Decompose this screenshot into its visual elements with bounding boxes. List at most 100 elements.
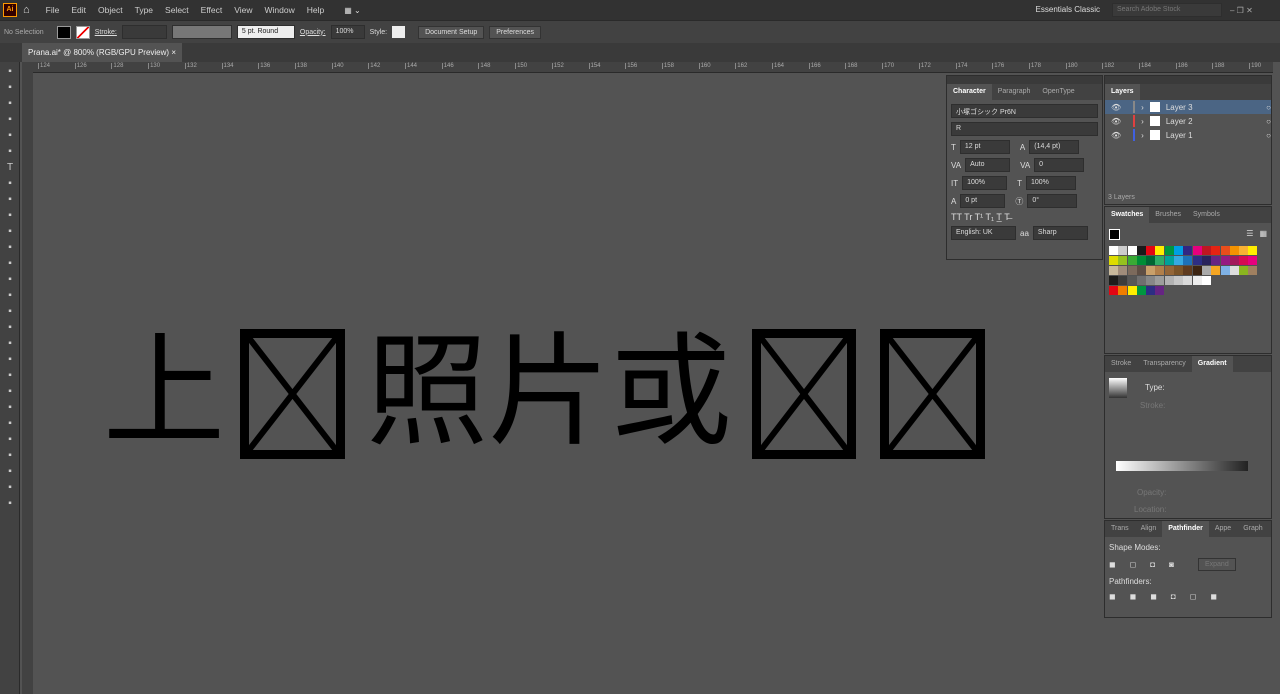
color-swatch[interactable] — [1109, 266, 1118, 275]
color-swatch[interactable] — [1136, 246, 1146, 255]
color-swatch[interactable] — [1127, 276, 1137, 285]
layer-row[interactable]: 👁 › Layer 1 ○ — [1105, 128, 1271, 142]
unite-icon[interactable]: ◼ — [1109, 560, 1116, 569]
baseline-shift-input[interactable]: 0 pt — [960, 194, 1006, 208]
symbol-sprayer-tool-icon[interactable]: ▪ — [3, 418, 17, 430]
font-style-select[interactable]: R — [951, 122, 1098, 136]
preferences-button[interactable]: Preferences — [489, 25, 541, 39]
target-circle-icon[interactable]: ○ — [1266, 117, 1271, 126]
visibility-eye-icon[interactable]: 👁 — [1111, 103, 1121, 112]
tab-opentype[interactable]: OpenType — [1036, 84, 1080, 100]
color-swatch[interactable] — [1211, 246, 1221, 255]
color-swatch[interactable] — [1174, 266, 1184, 275]
pen-tool-icon[interactable]: ▪ — [3, 130, 17, 142]
color-swatch[interactable] — [1127, 286, 1137, 295]
visibility-eye-icon[interactable]: 👁 — [1111, 117, 1121, 126]
graphic-style-swatch[interactable] — [392, 26, 406, 38]
target-circle-icon[interactable]: ○ — [1266, 131, 1271, 140]
target-circle-icon[interactable]: ○ — [1266, 103, 1271, 112]
color-swatch[interactable] — [1155, 256, 1165, 265]
color-swatch[interactable] — [1118, 286, 1128, 295]
document-tab[interactable]: Prana.ai* @ 800% (RGB/GPU Preview) × — [22, 43, 182, 62]
color-swatch[interactable] — [1239, 256, 1249, 265]
color-swatch[interactable] — [1229, 246, 1239, 255]
gradient-tool-icon[interactable]: ▪ — [3, 370, 17, 382]
color-swatch[interactable] — [1155, 246, 1165, 255]
menu-type[interactable]: Type — [135, 5, 153, 15]
color-swatch[interactable] — [1136, 286, 1146, 295]
color-swatch[interactable] — [1201, 256, 1211, 265]
grid-view-icon[interactable]: ▦ — [1259, 229, 1267, 240]
divide-icon[interactable]: ◼ — [1109, 592, 1116, 601]
selection-tool-icon[interactable]: ▪ — [3, 66, 17, 78]
expand-button[interactable]: Expand — [1197, 558, 1236, 571]
document-setup-button[interactable]: Document Setup — [418, 25, 485, 39]
color-swatch[interactable] — [1109, 246, 1118, 255]
color-swatch[interactable] — [1201, 276, 1211, 285]
menu-file[interactable]: File — [46, 5, 60, 15]
color-swatch[interactable] — [1136, 266, 1146, 275]
stock-search-input[interactable]: Search Adobe Stock — [1112, 3, 1222, 17]
color-swatch[interactable] — [1220, 266, 1230, 275]
line-tool-icon[interactable]: ▪ — [3, 178, 17, 190]
color-swatch[interactable] — [1127, 246, 1137, 255]
color-swatch[interactable] — [1146, 286, 1156, 295]
blend-tool-icon[interactable]: ▪ — [3, 402, 17, 414]
color-swatch[interactable] — [1211, 256, 1221, 265]
outline-icon[interactable]: ◻ — [1190, 592, 1197, 601]
layer-row[interactable]: 👁 › Layer 2 ○ — [1105, 114, 1271, 128]
color-swatch[interactable] — [1229, 266, 1239, 275]
color-swatch[interactable] — [1146, 266, 1156, 275]
width-tool-icon[interactable]: ▪ — [3, 290, 17, 302]
font-size-input[interactable]: 12 pt — [959, 140, 1010, 154]
stroke-swatch[interactable] — [75, 25, 90, 39]
magic-wand-tool-icon[interactable]: ▪ — [3, 98, 17, 110]
language-select[interactable]: English: UK — [951, 226, 1016, 240]
curvature-tool-icon[interactable]: ▪ — [3, 146, 17, 158]
tab-align[interactable]: Align — [1135, 521, 1163, 537]
color-swatch[interactable] — [1164, 266, 1174, 275]
menu-select[interactable]: Select — [165, 5, 189, 15]
perspective-tool-icon[interactable]: ▪ — [3, 338, 17, 350]
paintbrush-tool-icon[interactable]: ▪ — [3, 210, 17, 222]
fill-swatch[interactable] — [1109, 229, 1120, 240]
rotate-tool-icon[interactable]: ▪ — [3, 258, 17, 270]
color-swatch[interactable] — [1164, 276, 1174, 285]
color-swatch[interactable] — [1146, 256, 1156, 265]
list-view-icon[interactable]: ☰ — [1246, 229, 1253, 240]
tab-paragraph[interactable]: Paragraph — [992, 84, 1037, 100]
color-swatch[interactable] — [1136, 276, 1146, 285]
menu-window[interactable]: Window — [265, 5, 295, 15]
menu-help[interactable]: Help — [307, 5, 324, 15]
mesh-tool-icon[interactable]: ▪ — [3, 354, 17, 366]
free-transform-tool-icon[interactable]: ▪ — [3, 306, 17, 318]
minus-front-icon[interactable]: ◻ — [1130, 560, 1137, 569]
crop-icon[interactable]: ◘ — [1171, 592, 1176, 601]
eyedropper-tool-icon[interactable]: ▪ — [3, 386, 17, 398]
color-swatch[interactable] — [1229, 256, 1239, 265]
direct-selection-tool-icon[interactable]: ▪ — [3, 82, 17, 94]
color-swatch[interactable] — [1155, 286, 1165, 295]
horizontal-scale-input[interactable]: 100% — [1026, 176, 1076, 190]
color-swatch[interactable] — [1183, 266, 1193, 275]
trim-icon[interactable]: ◼ — [1130, 592, 1137, 601]
tab-pathfinder[interactable]: Pathfinder — [1162, 521, 1209, 537]
color-swatch[interactable] — [1155, 276, 1165, 285]
color-swatch[interactable] — [1248, 266, 1258, 275]
leading-input[interactable]: (14,4 pt) — [1029, 140, 1080, 154]
rectangle-tool-icon[interactable]: ▪ — [3, 194, 17, 206]
visibility-eye-icon[interactable]: 👁 — [1111, 131, 1121, 140]
color-swatch[interactable] — [1146, 246, 1156, 255]
color-swatch[interactable] — [1136, 256, 1146, 265]
tab-layers[interactable]: Layers — [1105, 84, 1140, 100]
color-swatch[interactable] — [1109, 276, 1118, 285]
tab-symbols[interactable]: Symbols — [1187, 207, 1226, 223]
artboard-tool-icon[interactable]: ▪ — [3, 450, 17, 462]
color-swatch[interactable] — [1239, 246, 1249, 255]
opacity-input[interactable]: 100% — [330, 25, 365, 39]
brush-definition[interactable]: 5 pt. Round — [236, 25, 295, 39]
intersect-icon[interactable]: ◘ — [1150, 560, 1155, 569]
color-swatch[interactable] — [1164, 256, 1174, 265]
anti-aliasing-select[interactable]: Sharp — [1032, 226, 1088, 240]
menu-view[interactable]: View — [234, 5, 252, 15]
